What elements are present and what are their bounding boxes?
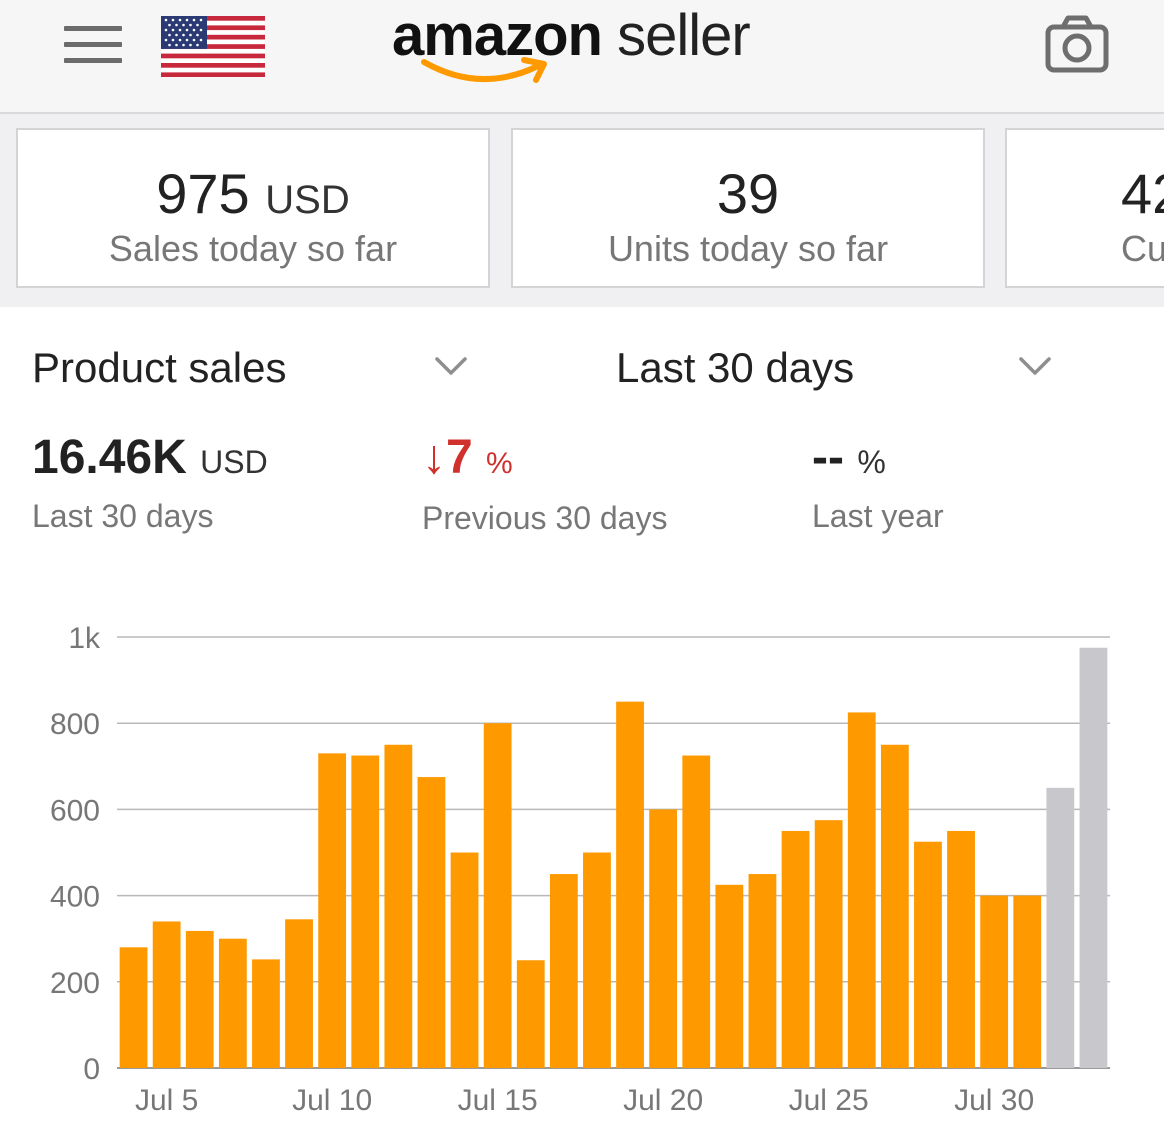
third-metric-label: Cur — [1121, 228, 1164, 269]
chart-bar — [384, 744, 413, 1068]
amazon-smile-icon — [421, 57, 547, 83]
y-tick-label: 400 — [50, 881, 100, 914]
chart-bar — [847, 712, 876, 1068]
last-year-stat: -- % Last year — [812, 428, 944, 536]
chart-bar — [880, 744, 909, 1068]
x-tick-label: Jul 25 — [789, 1084, 869, 1117]
app-header: amazon seller — [0, 0, 1164, 114]
last-year-unit: % — [857, 444, 886, 480]
y-tick-label: 600 — [50, 794, 100, 827]
chart-bar — [152, 921, 181, 1068]
chart-bar — [218, 938, 247, 1068]
x-tick-label: Jul 20 — [623, 1084, 703, 1117]
chart-bar — [781, 830, 810, 1068]
hamburger-menu-icon[interactable] — [64, 26, 122, 64]
third-metric-card[interactable]: 42 Cur — [1005, 128, 1164, 288]
total-sales-stat: 16.46K USD Last 30 days — [32, 428, 268, 536]
chart-bar — [1079, 647, 1108, 1068]
y-tick-label: 800 — [50, 708, 100, 741]
units-today-card[interactable]: 39 Units today so far — [511, 128, 985, 288]
down-arrow-icon: ↓ — [422, 431, 446, 484]
last-year-value: -- — [812, 431, 844, 484]
sales-today-card[interactable]: 975 USD Sales today so far — [16, 128, 490, 288]
chart-bar — [185, 930, 214, 1068]
metric-dropdown-label: Product sales — [32, 344, 287, 391]
sales-today-value-line: 975 USD — [18, 166, 488, 222]
us-flag-icon[interactable] — [161, 16, 265, 77]
chevron-down-icon — [435, 357, 467, 375]
chart-bar — [947, 830, 975, 1068]
sales-bar-chart: 0 200 400 600 800 1k Jul 5 Jul 10 Jul 15 Jul 20 Ju… — [50, 622, 1110, 1117]
x-tick-label: Jul 15 — [458, 1084, 538, 1117]
x-tick-label: Jul 5 — [135, 1084, 198, 1117]
chart-bar — [1046, 787, 1075, 1068]
chart-bar — [119, 947, 148, 1068]
previous-period-stat: ↓7 % Previous 30 days — [422, 428, 667, 538]
chart-bar — [914, 841, 942, 1068]
chart-bar — [649, 809, 678, 1068]
chart-bar — [351, 755, 380, 1068]
chart-bar — [450, 852, 479, 1068]
total-sales-value: 16.46K — [32, 431, 187, 484]
chart-bar — [252, 959, 280, 1068]
sales-today-unit: USD — [265, 178, 350, 222]
period-dropdown-label: Last 30 days — [616, 344, 855, 391]
chart-bar — [748, 874, 777, 1068]
total-sales-unit: USD — [200, 444, 268, 480]
today-metrics-row: 975 USD Sales today so far 39 Units toda… — [0, 114, 1164, 307]
sales-today-value: 975 — [156, 162, 250, 225]
chart-bar — [682, 755, 711, 1068]
chart-bar — [417, 777, 446, 1068]
chart-bar — [980, 895, 1009, 1068]
last-year-label: Last year — [812, 498, 944, 534]
previous-period-value: 7 — [446, 431, 473, 484]
chart-bar — [516, 960, 545, 1068]
chart-bar — [1013, 895, 1042, 1068]
previous-period-unit: % — [486, 447, 513, 480]
third-metric-value: 42 — [1121, 162, 1164, 225]
x-tick-label: Jul 10 — [292, 1084, 372, 1117]
camera-icon[interactable] — [1045, 15, 1109, 73]
chart-bar — [814, 820, 843, 1068]
x-tick-label: Jul 30 — [954, 1084, 1034, 1117]
chart-bar — [549, 874, 578, 1068]
chart-bar — [616, 701, 644, 1068]
previous-period-label: Previous 30 days — [422, 500, 668, 536]
chart-bar — [318, 753, 347, 1068]
y-tick-label: 0 — [83, 1053, 100, 1086]
logo-text-seller: seller — [617, 3, 751, 68]
period-dropdown[interactable]: Last 30 days — [616, 340, 1056, 400]
chart-bar — [715, 884, 744, 1068]
units-today-label: Units today so far — [607, 228, 889, 269]
chart-bar — [483, 723, 512, 1068]
total-sales-label: Last 30 days — [32, 498, 214, 534]
units-today-value: 39 — [716, 162, 780, 225]
chart-bar — [583, 852, 611, 1068]
chart-bar — [285, 919, 313, 1068]
amazon-seller-logo: amazon seller — [392, 0, 782, 95]
y-tick-label: 1k — [68, 622, 101, 655]
y-tick-label: 200 — [50, 967, 100, 1000]
metric-dropdown[interactable]: Product sales — [32, 340, 472, 400]
sales-today-label: Sales today so far — [108, 228, 398, 269]
chevron-down-icon — [1019, 357, 1051, 375]
